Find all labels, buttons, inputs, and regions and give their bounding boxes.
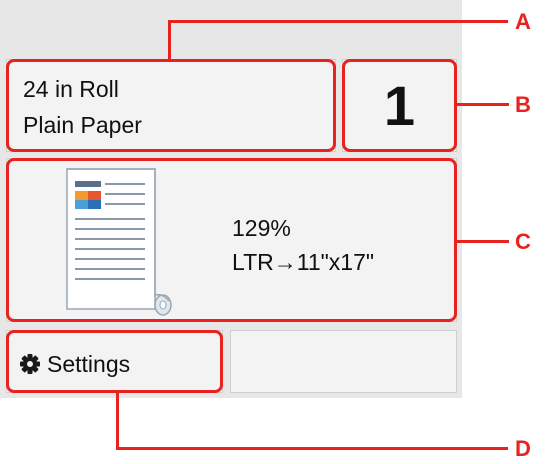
empty-button-slot <box>230 330 457 393</box>
callout-line-c <box>457 240 509 243</box>
callout-line-d-vertical <box>116 393 119 449</box>
callout-box-d <box>6 330 223 393</box>
touch-screen: 24 in Roll Plain Paper 1 129% LTR→11"x17… <box>0 0 462 398</box>
callout-line-a-horizontal <box>168 20 508 23</box>
callout-box-a <box>6 59 336 152</box>
callout-line-a-vertical <box>168 20 171 61</box>
callout-line-d-horizontal <box>116 447 508 450</box>
callout-line-b <box>457 103 509 106</box>
callout-letter-b: B <box>515 92 531 117</box>
callout-letter-d: D <box>515 436 531 461</box>
callout-letter-c: C <box>515 229 531 254</box>
callout-box-b <box>342 59 457 152</box>
callout-letter-a: A <box>515 9 531 34</box>
callout-box-c <box>6 158 457 322</box>
